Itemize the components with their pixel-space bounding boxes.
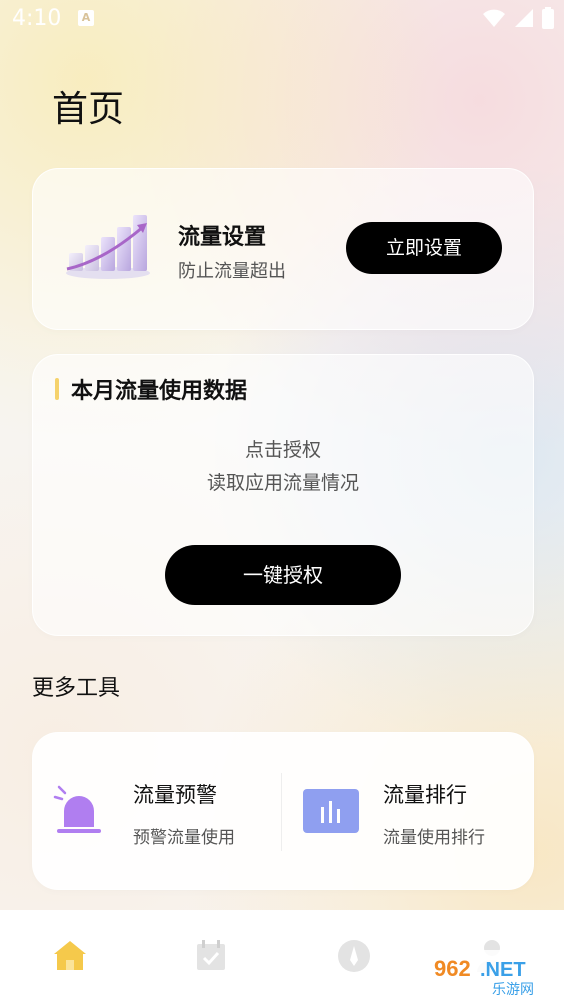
more-tools-card: 流量预警 预警流量使用 流量排行 流量使用排行 (32, 732, 534, 890)
svg-text:962: 962 (434, 956, 471, 981)
site-logo: 962 .NET 乐游网 (428, 950, 558, 998)
traffic-ranking-subtitle: 流量使用排行 (383, 828, 485, 848)
growth-chart-icon (66, 215, 150, 279)
nav-calendar[interactable] (191, 936, 231, 976)
monthly-data-header: 本月流量使用数据 (55, 373, 247, 405)
tools-divider (281, 773, 282, 851)
svg-text:.NET: .NET (480, 959, 526, 981)
notification-icon: A (78, 10, 94, 26)
battery-icon (542, 7, 554, 29)
nav-home[interactable] (50, 936, 90, 976)
tool-traffic-ranking[interactable]: 流量排行 流量使用排行 (283, 733, 533, 889)
bar-chart-icon (303, 789, 359, 833)
auth-hint-line1: 点击授权 (244, 439, 321, 461)
page-title: 首页 (52, 89, 125, 130)
status-icons (482, 7, 554, 29)
traffic-settings-title: 流量设置 (178, 225, 267, 250)
monthly-data-card: 本月流量使用数据 点击授权 读取应用流量情况 一键授权 (32, 354, 534, 636)
traffic-alert-title: 流量预警 (133, 783, 217, 807)
one-click-authorize-button[interactable]: 一键授权 (165, 545, 401, 605)
signal-icon (515, 9, 533, 27)
alarm-light-icon (53, 785, 101, 833)
monthly-data-title: 本月流量使用数据 (71, 379, 248, 404)
bottom-nav: 962 .NET 乐游网 (0, 910, 564, 1004)
setup-now-button[interactable]: 立即设置 (346, 222, 502, 274)
svg-text:乐游网: 乐游网 (492, 982, 534, 998)
site-watermark: 962 .NET 乐游网 (428, 948, 558, 1000)
accent-bar (55, 378, 59, 400)
home-icon (54, 941, 86, 970)
auth-hint-line2: 读取应用流量情况 (206, 472, 359, 494)
nav-discover[interactable] (334, 936, 374, 976)
traffic-alert-subtitle: 预警流量使用 (133, 828, 235, 848)
calendar-icon (197, 940, 225, 970)
compass-icon (338, 940, 370, 972)
more-tools-title: 更多工具 (32, 676, 121, 701)
tool-traffic-alert[interactable]: 流量预警 预警流量使用 (33, 733, 283, 889)
status-time: 4:10 (12, 6, 62, 31)
wifi-icon (483, 9, 505, 27)
traffic-settings-subtitle: 防止流量超出 (178, 261, 286, 282)
traffic-settings-card: 流量设置 防止流量超出 立即设置 (32, 168, 534, 330)
status-bar: 4:10 A (0, 0, 564, 36)
traffic-ranking-title: 流量排行 (383, 783, 467, 807)
